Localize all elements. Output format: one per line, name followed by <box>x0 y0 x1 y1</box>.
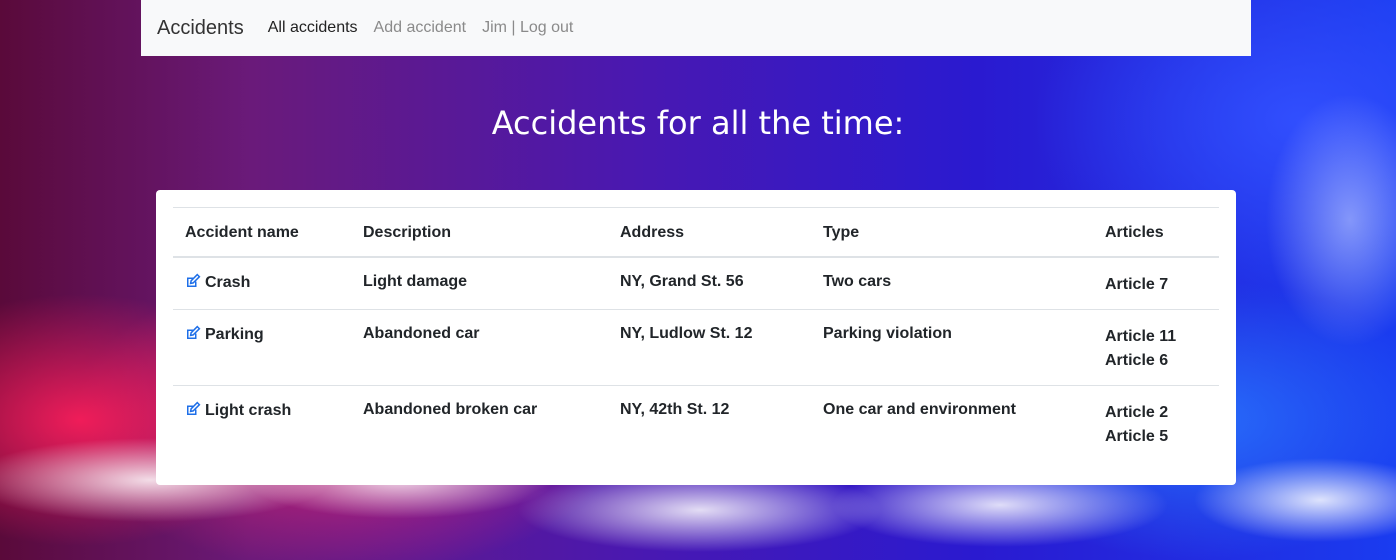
table-row: Crash Light damage NY, Grand St. 56 Two … <box>173 256 1219 310</box>
accidents-table: Accident name Description Address Type A… <box>173 207 1219 461</box>
header-articles: Articles <box>1093 207 1219 258</box>
table-row: Light crash Abandoned broken car NY, 42t… <box>173 385 1219 461</box>
accident-name-link[interactable]: Light crash <box>205 402 291 419</box>
nav-user-logout[interactable]: Jim | Log out <box>482 19 573 37</box>
accident-name-link[interactable]: Crash <box>205 274 250 291</box>
nav-all-accidents[interactable]: All accidents <box>268 19 358 37</box>
cell-type: Parking violation <box>811 309 1093 386</box>
header-address: Address <box>608 207 811 258</box>
nav-add-accident[interactable]: Add accident <box>374 19 467 37</box>
cell-description: Light damage <box>351 256 608 310</box>
table-row: Parking Abandoned car NY, Ludlow St. 12 … <box>173 309 1219 386</box>
cell-accident-name: Light crash <box>173 385 351 461</box>
cell-type: Two cars <box>811 256 1093 310</box>
header-type: Type <box>811 207 1093 258</box>
cell-articles: Article 7 <box>1093 256 1219 310</box>
cell-address: NY, Ludlow St. 12 <box>608 309 811 386</box>
cell-address: NY, Grand St. 56 <box>608 256 811 310</box>
article-link[interactable]: Article 11 <box>1105 325 1207 349</box>
cell-description: Abandoned broken car <box>351 385 608 461</box>
navbar: Accidents All accidents Add accident Jim… <box>141 0 1251 56</box>
cell-accident-name: Parking <box>173 309 351 386</box>
cell-type: One car and environment <box>811 385 1093 461</box>
brand-link[interactable]: Accidents <box>157 17 244 40</box>
table-header-row: Accident name Description Address Type A… <box>173 207 1219 258</box>
page-title: Accidents for all the time: <box>491 104 905 142</box>
header-accident-name: Accident name <box>173 207 351 258</box>
article-link[interactable]: Article 2 <box>1105 401 1207 425</box>
cell-articles: Article 2 Article 5 <box>1093 385 1219 461</box>
cell-accident-name: Crash <box>173 256 351 310</box>
cell-address: NY, 42th St. 12 <box>608 385 811 461</box>
article-link[interactable]: Article 7 <box>1105 273 1207 297</box>
header-description: Description <box>351 207 608 258</box>
article-link[interactable]: Article 6 <box>1105 349 1207 373</box>
cell-description: Abandoned car <box>351 309 608 386</box>
accident-name-link[interactable]: Parking <box>205 326 264 343</box>
accidents-card: Accident name Description Address Type A… <box>156 190 1236 485</box>
article-link[interactable]: Article 5 <box>1105 425 1207 449</box>
edit-icon[interactable] <box>185 325 201 341</box>
edit-icon[interactable] <box>185 273 201 289</box>
cell-articles: Article 11 Article 6 <box>1093 309 1219 386</box>
edit-icon[interactable] <box>185 401 201 417</box>
